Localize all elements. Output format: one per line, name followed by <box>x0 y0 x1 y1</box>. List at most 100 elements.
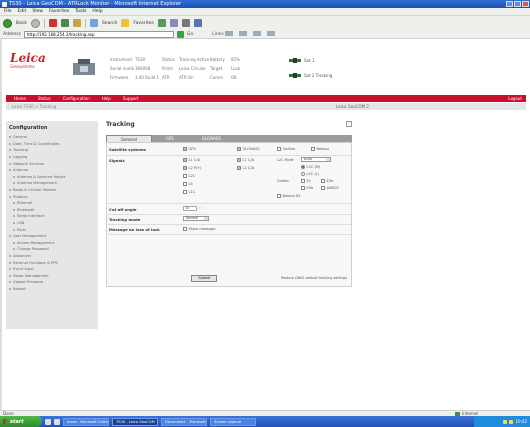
sidebar-item[interactable]: Bluetooth <box>9 207 95 214</box>
nav-status[interactable]: Status <box>38 96 51 101</box>
logout-link[interactable]: Logout <box>508 96 522 101</box>
menu-edit[interactable]: Edit <box>18 8 27 15</box>
minimize-icon[interactable] <box>506 1 513 7</box>
close-icon[interactable] <box>522 1 529 7</box>
maximize-icon[interactable] <box>514 1 521 7</box>
history-icon[interactable] <box>157 19 166 27</box>
glonass-checkbox[interactable]: GLONASS <box>237 147 260 151</box>
beidou-b1-checkbox[interactable]: Beidou B1 <box>277 194 301 198</box>
gps-l2c-checkbox[interactable]: L2C <box>183 174 195 178</box>
sidebar-item[interactable]: Advanced <box>9 253 95 260</box>
link-icon[interactable] <box>225 31 234 36</box>
stop-icon[interactable] <box>48 19 57 27</box>
edit-icon[interactable] <box>193 19 202 27</box>
address-input[interactable] <box>23 30 174 38</box>
tray-icon[interactable] <box>509 419 514 424</box>
gps-l2p-checkbox[interactable]: L2 P(Y) <box>183 166 201 170</box>
submit-button[interactable]: Submit <box>191 275 217 282</box>
menu-help[interactable]: Help <box>92 8 102 15</box>
gps-l1c-checkbox[interactable]: L1C <box>183 190 195 194</box>
tray-icon[interactable] <box>503 419 508 424</box>
l2c-m-radio[interactable]: L2C (M) <box>301 165 320 169</box>
sidebar-item[interactable]: Radio & Cellular Modem <box>9 187 95 194</box>
galileo-altboc-checkbox[interactable]: AltBOC <box>321 186 339 190</box>
window-titlebar: TS30 - Leica GeoCOM - ATRLock Monitor - … <box>0 0 530 8</box>
sidebar-item[interactable]: Ethernet <box>9 200 95 207</box>
home-icon[interactable] <box>72 19 81 27</box>
taskbar-button[interactable]: Document1 - Microsoft Word <box>161 417 207 426</box>
gps-l5-checkbox[interactable]: L5 <box>183 182 193 186</box>
gps-l1-checkbox[interactable]: L1 C/A <box>183 158 200 162</box>
leica-logo[interactable]: Leica Geosystems <box>10 52 54 80</box>
link-icon[interactable] <box>267 31 276 36</box>
sidebar-item[interactable]: Network Services <box>9 160 95 167</box>
refresh-icon[interactable] <box>60 19 69 27</box>
tab-gps[interactable]: GPS <box>152 135 188 142</box>
nav-help[interactable]: Help <box>102 96 111 101</box>
sidebar-item[interactable]: Serial Interface <box>9 213 95 220</box>
link-icon[interactable] <box>253 31 262 36</box>
beidou-checkbox[interactable]: Beidou <box>311 147 329 151</box>
sidebar-item[interactable]: General <box>9 134 95 141</box>
search-label[interactable]: Search <box>102 21 117 26</box>
print-icon[interactable] <box>181 19 190 27</box>
sidebar-item[interactable]: Power Management <box>9 272 95 279</box>
galileo-e5b-checkbox[interactable]: E5b <box>301 186 313 190</box>
sidebar-item[interactable]: USB <box>9 220 95 227</box>
taskbar-button[interactable]: TS30 - Leica GeoCOM <box>112 417 158 426</box>
menu-favorites[interactable]: Favorites <box>49 8 69 15</box>
gps-checkbox[interactable]: GPS <box>183 147 196 151</box>
menu-file[interactable]: File <box>4 8 12 15</box>
go-icon[interactable] <box>176 30 184 38</box>
tab-glonass[interactable]: GLONASS <box>188 135 235 142</box>
start-button[interactable]: start <box>0 416 42 427</box>
sidebar-item[interactable]: Ports <box>9 226 95 233</box>
galileo-e5a-checkbox[interactable]: E5a <box>321 179 333 183</box>
forward-icon[interactable] <box>30 18 40 28</box>
sidebar-item[interactable]: Event Input <box>9 266 95 273</box>
show-message-checkbox[interactable]: Show message <box>183 227 216 231</box>
favorites-label[interactable]: Favorites <box>133 21 153 26</box>
help-icon[interactable]: ? <box>346 121 352 127</box>
sidebar-item[interactable]: Tracking <box>9 147 95 154</box>
galileo-e1-checkbox[interactable]: E1 <box>301 179 311 183</box>
tracking-mode-select[interactable]: Normal <box>183 216 209 221</box>
glonass-l2-checkbox[interactable]: L2 C/A <box>237 166 254 170</box>
links-label[interactable]: Links <box>212 32 224 37</box>
sidebar-item[interactable]: Antenna Management <box>9 180 95 187</box>
nav-support[interactable]: Support <box>123 96 139 101</box>
mail-icon[interactable] <box>169 19 178 27</box>
sidebar-item[interactable]: Reboot <box>9 286 95 293</box>
status-label: Status <box>162 57 175 62</box>
galileo-checkbox[interactable]: Galileo <box>277 147 295 151</box>
tab-general[interactable]: General <box>106 135 152 142</box>
sidebar-item[interactable]: Change Password <box>9 246 95 253</box>
glonass-l1-checkbox[interactable]: L1 C/A <box>237 158 254 162</box>
sidebar-item[interactable]: Access Management <box>9 240 95 247</box>
sidebar-item[interactable]: User Management <box>9 233 95 240</box>
sidebar-item[interactable]: Protocol <box>9 193 95 200</box>
sidebar-item[interactable]: Date, Time & Coordinates <box>9 141 95 148</box>
back-icon[interactable] <box>3 18 12 28</box>
quicklaunch-desktop-icon[interactable] <box>45 418 51 425</box>
nav-configuration[interactable]: Configuration <box>63 96 90 101</box>
l2c-l-radio[interactable]: L2C (L) <box>301 172 319 176</box>
sidebar-item[interactable]: External Oscillator & PPS <box>9 259 95 266</box>
sidebar-item[interactable]: Upload Firmware <box>9 279 95 286</box>
go-label[interactable]: Go <box>187 32 193 37</box>
nav-home[interactable]: Home <box>14 96 26 101</box>
menu-view[interactable]: View <box>32 8 43 15</box>
menu-tools[interactable]: Tools <box>75 8 86 15</box>
sidebar-item[interactable]: Logging <box>9 154 95 161</box>
cutoff-angle-input[interactable]: 10 <box>183 206 197 211</box>
taskbar-button[interactable]: Inbox - Microsoft Outlook <box>63 417 109 426</box>
sidebar-item[interactable]: Antenna <box>9 167 95 174</box>
search-icon[interactable] <box>89 19 98 27</box>
favorites-icon[interactable] <box>121 19 130 27</box>
restore-defaults-link[interactable]: Restore GNSS default tracking settings <box>281 276 347 280</box>
back-label[interactable]: Back <box>16 21 27 26</box>
taskbar-button[interactable]: Screen capture <box>210 417 256 426</box>
l2c-mode-select[interactable]: Auto <box>301 157 331 162</box>
sidebar-item[interactable]: Antenna & Antenna Height <box>9 174 95 181</box>
link-icon[interactable] <box>239 31 248 36</box>
